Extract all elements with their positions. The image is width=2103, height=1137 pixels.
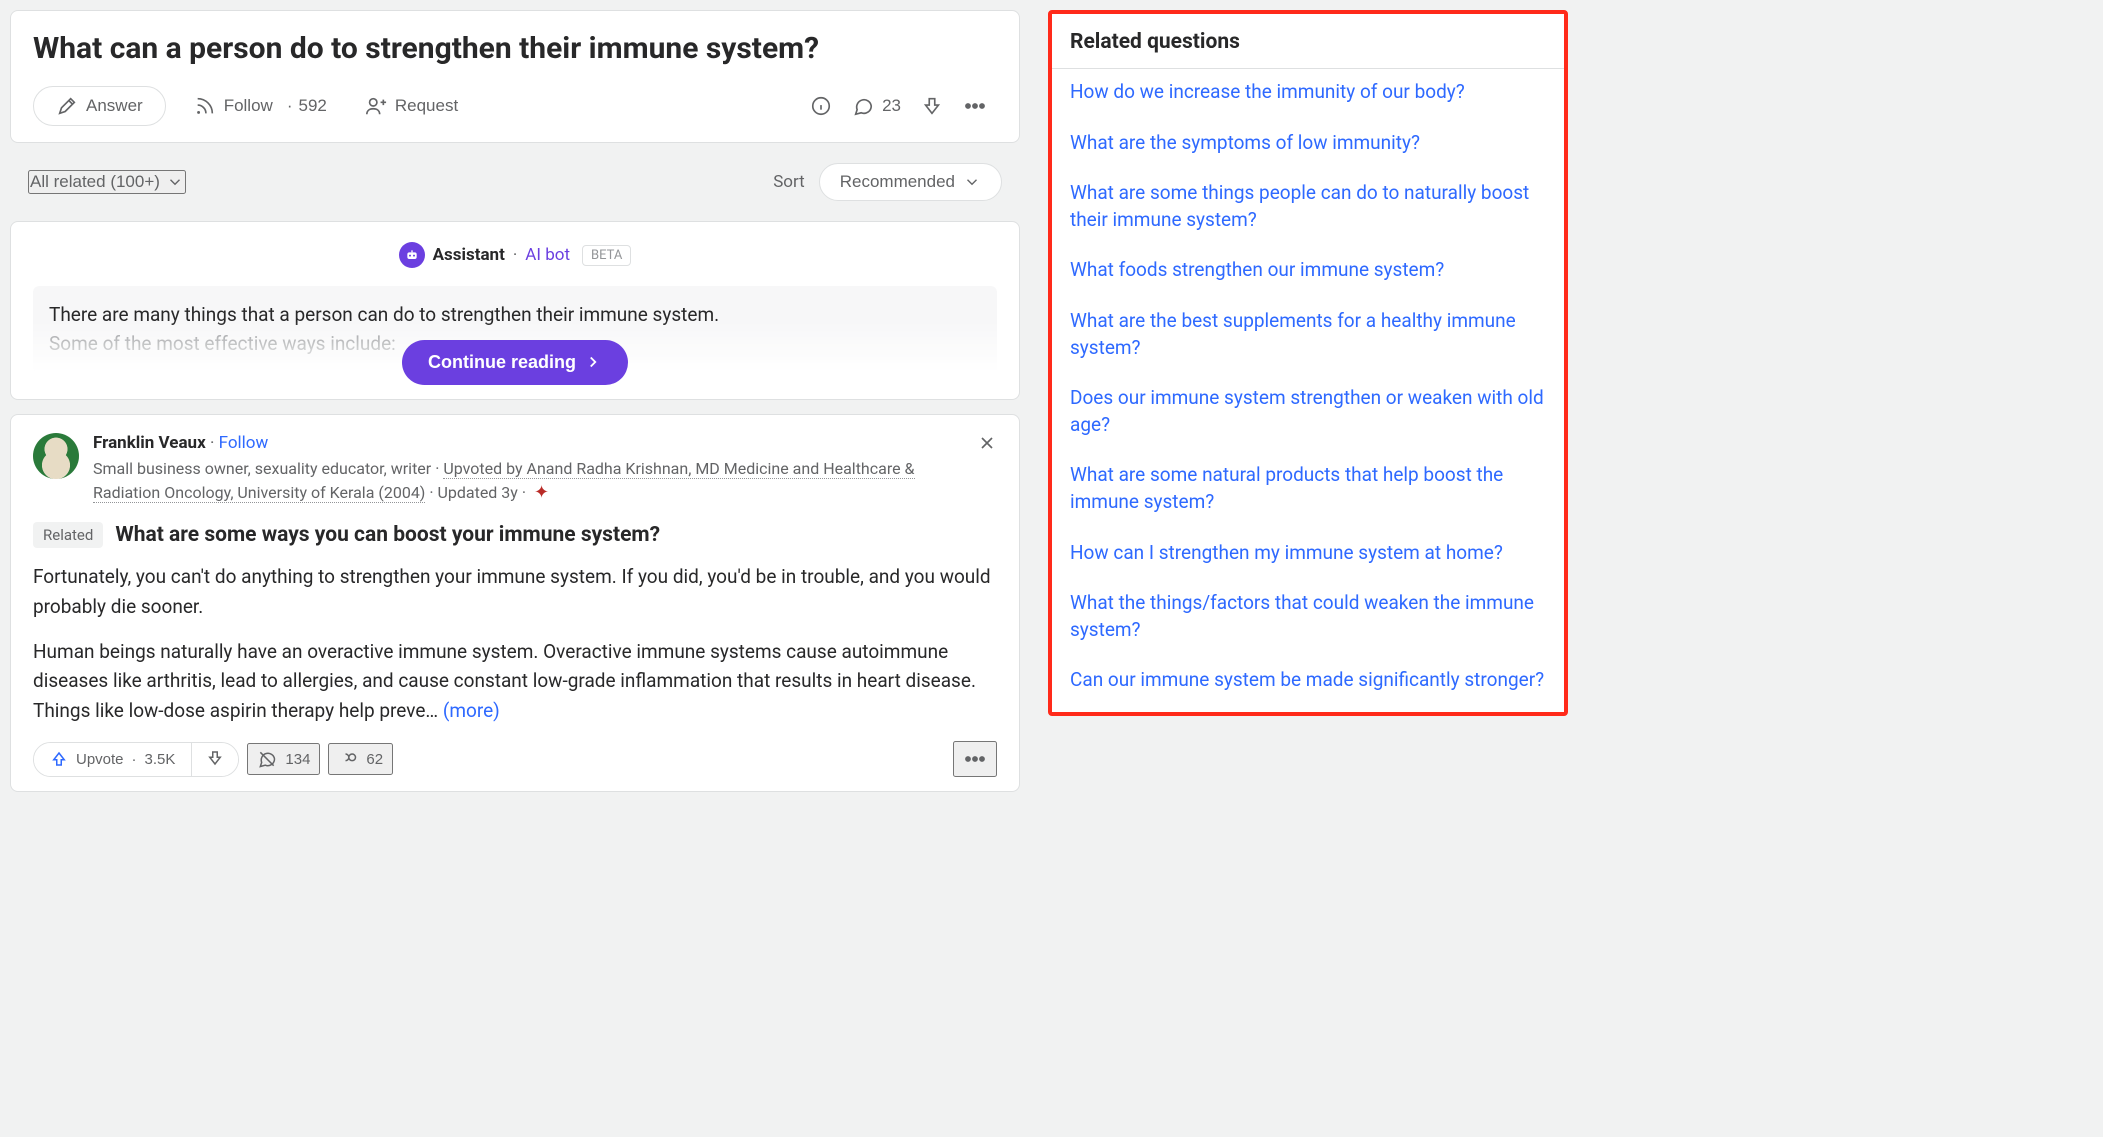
author-avatar[interactable] [33,433,79,479]
follow-count: 592 [281,96,327,116]
continue-reading-button[interactable]: Continue reading [402,340,628,385]
author-name[interactable]: Franklin Veaux [93,433,206,453]
dots-icon [963,94,987,118]
downvote-button[interactable] [191,743,238,776]
related-question-link[interactable]: Can our immune system be made significan… [1070,667,1546,694]
comment-off-icon [257,749,277,769]
question-card: What can a person do to strengthen their… [10,10,1020,143]
comment-count: 23 [882,96,901,116]
comment-icon [852,95,874,117]
related-questions-title: Related questions [1052,14,1564,69]
upvote-label: Upvote [76,751,124,768]
question-title: What can a person do to strengthen their… [33,29,997,68]
chevron-down-icon [166,173,184,191]
request-icon [365,95,387,117]
assistant-name: Assistant [433,245,505,265]
answer-p2: Human beings naturally have an overactiv… [33,640,976,722]
chevron-down-icon [963,173,981,191]
more-link[interactable]: (more) [443,699,500,722]
bio-text: Small business owner, sexuality educator… [93,459,431,478]
share-icon [338,749,358,769]
assistant-avatar-icon [399,242,425,268]
follow-button[interactable]: Follow 592 [184,87,337,125]
dismiss-answer-button[interactable] [977,433,997,457]
ai-bot-link[interactable]: AI bot [525,245,570,265]
all-related-filter[interactable]: All related (100+) [28,170,186,194]
upvote-button[interactable]: Upvote · 3.5K [34,743,191,776]
related-tag: Related [33,522,103,548]
more-button[interactable] [953,86,997,126]
answer-comment-count: 134 [285,751,310,768]
related-question-link[interactable]: How do we increase the immunity of our b… [1070,79,1546,106]
sort-value: Recommended [840,172,955,192]
related-question-link[interactable]: What are some natural products that help… [1070,462,1546,515]
request-button[interactable]: Request [355,87,468,125]
related-question-link[interactable]: How can I strengthen my immune system at… [1070,540,1546,567]
star-icon: ✦ [534,482,549,503]
assistant-header: Assistant · AI bot BETA [33,242,997,268]
request-label: Request [395,96,458,116]
rss-icon [194,95,216,117]
related-question-link[interactable]: What foods strengthen our immune system? [1070,257,1546,284]
comments-button[interactable]: 23 [842,87,911,125]
filter-row: All related (100+) Sort Recommended [10,157,1020,207]
author-follow-link[interactable]: Follow [219,433,269,453]
related-question-link[interactable]: What are the best supplements for a heal… [1070,308,1546,361]
related-questions-list: How do we increase the immunity of our b… [1052,69,1564,712]
all-related-label: All related (100+) [30,172,160,192]
share-button[interactable]: 62 [328,743,393,775]
answer-header: Franklin Veaux · Follow Small business o… [33,433,997,506]
related-question-link[interactable]: What the things/factors that could weake… [1070,590,1546,643]
continue-label: Continue reading [428,352,576,373]
updated-time: Updated 3y [438,483,518,502]
answer-p1: Fortunately, you can't do anything to st… [33,562,997,621]
info-button[interactable] [800,87,842,125]
downvote-question-button[interactable] [911,87,953,125]
follow-label: Follow [224,96,273,116]
author-line: Franklin Veaux · Follow [93,433,953,453]
answer-comments-button[interactable]: 134 [247,743,320,775]
info-icon [810,95,832,117]
answer-card: Franklin Veaux · Follow Small business o… [10,414,1020,792]
question-actions: Answer Follow 592 Request [33,86,997,126]
dots-icon [963,747,987,771]
related-question-title[interactable]: What are some ways you can boost your im… [115,523,660,547]
assistant-card: Assistant · AI bot BETA There are many t… [10,221,1020,400]
related-question-link[interactable]: What are some things people can do to na… [1070,180,1546,233]
answer-body: Fortunately, you can't do anything to st… [33,562,997,725]
sort-label: Sort [773,172,805,192]
answer-button[interactable]: Answer [33,86,166,126]
downvote-icon [921,95,943,117]
beta-badge: BETA [582,245,631,266]
assistant-snippet-line1: There are many things that a person can … [49,303,719,326]
related-question-row: Related What are some ways you can boost… [33,522,997,548]
share-count: 62 [366,751,383,768]
author-bio: Small business owner, sexuality educator… [93,457,953,506]
sort-dropdown[interactable]: Recommended [819,163,1002,201]
pencil-icon [56,95,78,117]
answer-label: Answer [86,96,143,116]
related-questions-card: Related questions How do we increase the… [1048,10,1568,716]
related-question-link[interactable]: Does our immune system strengthen or wea… [1070,385,1546,438]
upvote-count: 3.5K [145,751,176,768]
answer-more-button[interactable] [953,741,997,777]
assistant-snippet-line2: Some of the most effective ways include: [49,332,396,355]
answer-footer: Upvote · 3.5K 134 [33,741,997,777]
related-question-link[interactable]: What are the symptoms of low immunity? [1070,130,1546,157]
vote-group: Upvote · 3.5K [33,742,239,777]
